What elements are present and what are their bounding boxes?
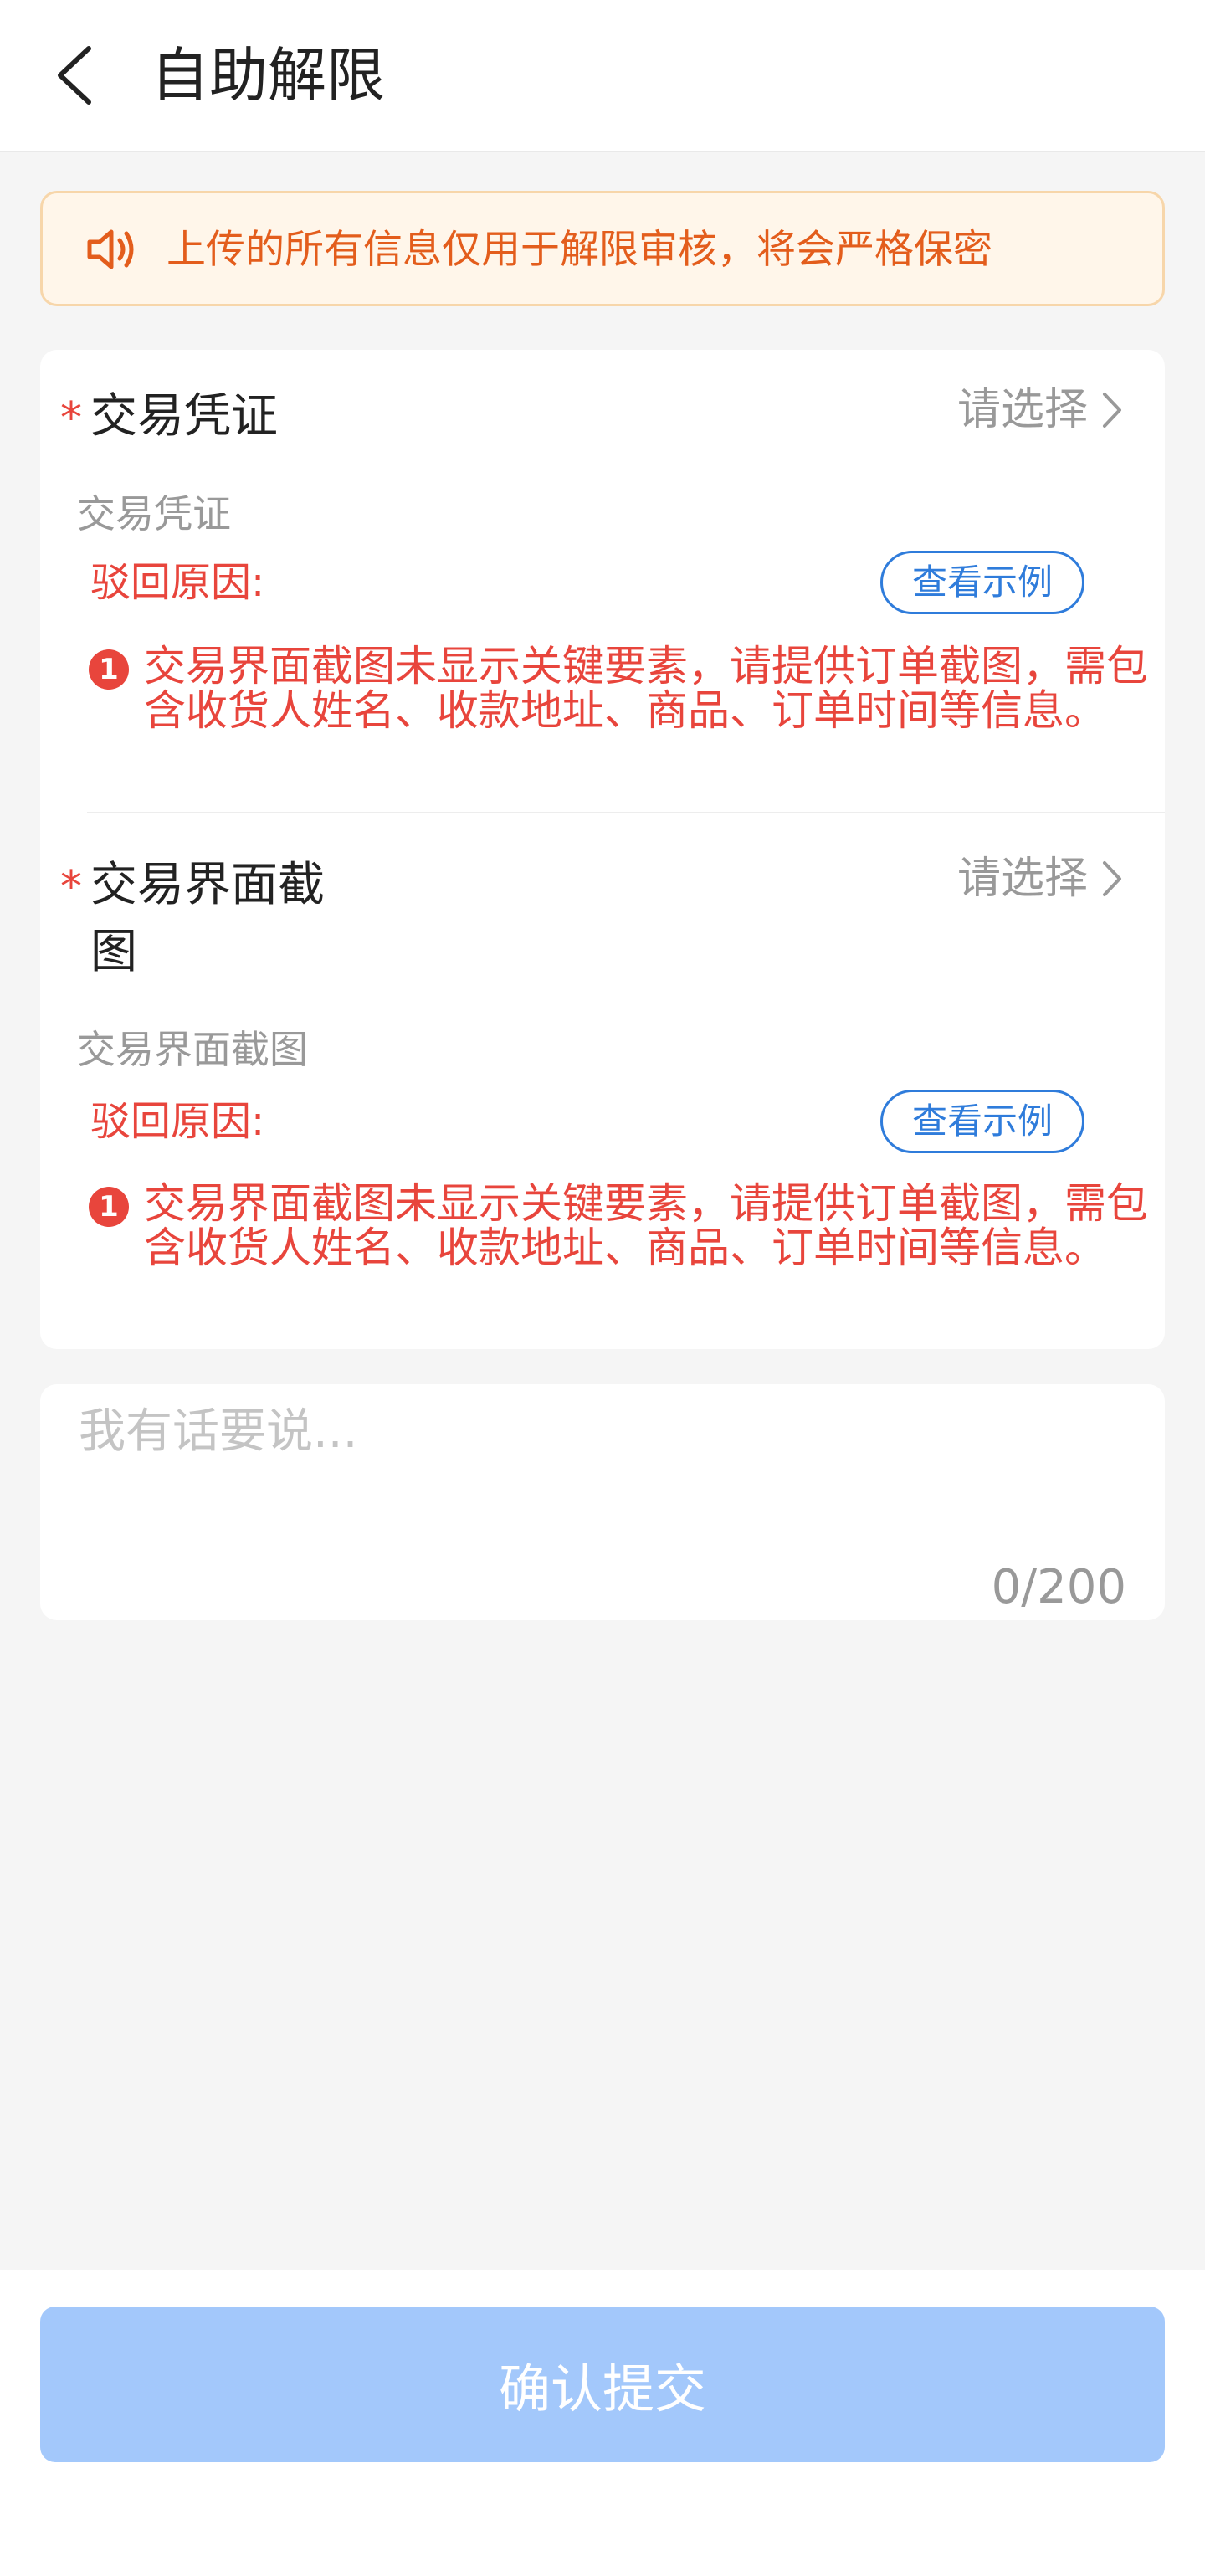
chevron-right-icon	[1103, 861, 1121, 896]
reject-reason-text: 交易界面截图未显示关键要素，请提供订单截图，需包含收货人姓名、收款地址、商品、订…	[144, 642, 1148, 735]
evidence-form-card: * 交易凭证 请选择 交易凭证 驳回原因: 查看示例 1 交易界面截图未显示关键…	[40, 350, 1165, 1349]
view-example-button[interactable]: 查看示例	[880, 551, 1084, 614]
warning-icon: 1	[89, 1187, 129, 1227]
select-button[interactable]: 请选择	[957, 852, 1125, 906]
reject-reason-label: 驳回原因:	[90, 559, 265, 606]
select-text: 请选择	[956, 854, 1088, 904]
comment-box: 0/200	[40, 1384, 1165, 1620]
required-mark: *	[60, 862, 82, 912]
notice-text: 上传的所有信息仅用于解限审核，将会严格保密	[167, 227, 992, 273]
footer-bar: 确认提交	[0, 2270, 1205, 2576]
sub-label: 交易凭证	[77, 491, 231, 536]
privacy-notice-banner: 上传的所有信息仅用于解限审核，将会严格保密	[40, 191, 1165, 306]
top-nav-bar: 自助解限	[0, 0, 1205, 152]
field-label: 交易凭证	[90, 389, 278, 444]
sub-label: 交易界面截图	[77, 1027, 308, 1072]
field-label: 交易界面截图	[90, 858, 325, 979]
submit-button[interactable]: 确认提交	[40, 2307, 1165, 2462]
select-button[interactable]: 请选择	[957, 383, 1125, 437]
back-arrow-icon[interactable]	[50, 42, 100, 109]
comment-input[interactable]	[77, 1401, 1118, 1530]
reject-reason-label: 驳回原因:	[90, 1098, 265, 1145]
view-example-button[interactable]: 查看示例	[880, 1090, 1084, 1153]
select-text: 请选择	[956, 385, 1088, 435]
chevron-right-icon	[1103, 393, 1121, 428]
page-title: 自助解限	[151, 41, 385, 110]
reject-reason-text: 交易界面截图未显示关键要素，请提供订单截图，需包含收货人姓名、收款地址、商品、订…	[144, 1179, 1148, 1272]
char-count: 0/200	[991, 1560, 1126, 1614]
required-mark: *	[60, 393, 82, 444]
section-divider	[87, 812, 1165, 813]
speaker-icon	[87, 229, 134, 269]
warning-icon: 1	[89, 649, 129, 690]
